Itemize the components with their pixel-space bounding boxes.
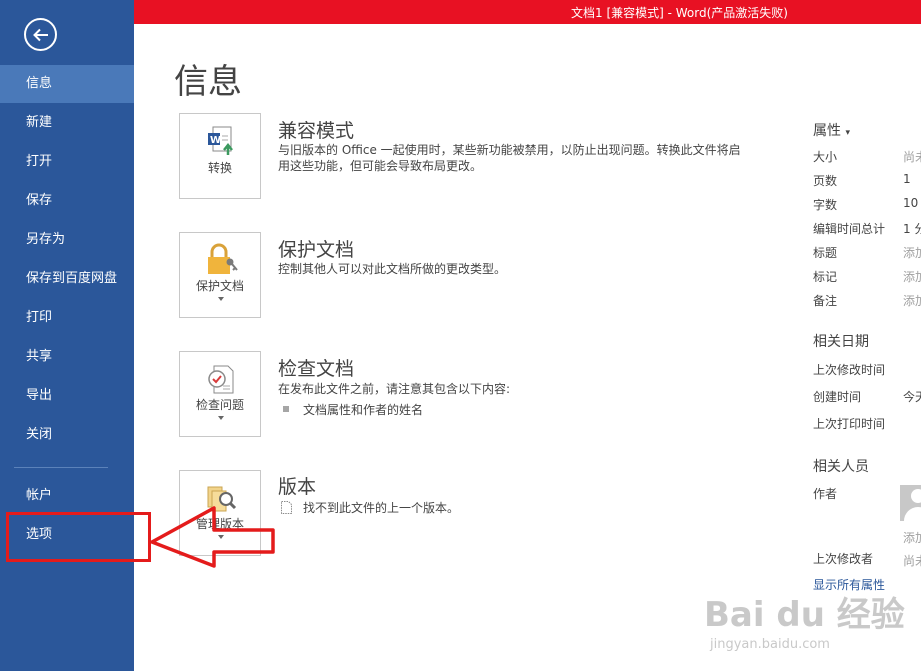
nav-divider [14,467,108,468]
nav-item-new[interactable]: 新建 [0,104,134,142]
prop-comments-value[interactable]: 添加 [903,292,921,309]
prop-pages-value: 1 [903,172,911,186]
protect-document-label: 保护文档 [195,279,244,293]
properties-heading[interactable]: 属性 ▾ [813,120,850,140]
prop-comments-label: 备注 [813,294,838,308]
created-label: 创建时间 [813,390,862,404]
compat-mode-description: 与旧版本的 Office 一起使用时，某些新功能被禁用，以防止出现问题。转换此文… [278,143,741,173]
convert-tile[interactable]: W 转换 [179,113,261,199]
author-label: 作者 [813,487,838,501]
created-value: 今天 [903,390,921,404]
prop-words-value: 10 [903,196,919,210]
convert-label: 转换 [207,161,232,175]
add-author-link[interactable]: 添加 [903,529,921,546]
back-button[interactable] [24,18,57,51]
prop-tags-value[interactable]: 添加 [903,268,921,285]
check-issues-label: 检查问题 [195,398,244,412]
nav-item-account[interactable]: 帐户 [0,477,134,515]
backstage-sidebar: 信息 新建 打开 保存 另存为 保存到百度网盘 打印 共享 导出 关闭 帐户 选… [0,0,134,671]
prop-pages-label: 页数 [813,174,838,188]
word-convert-icon: W [208,126,233,155]
svg-text:W: W [210,135,221,146]
related-dates-heading: 相关日期 [813,334,869,350]
prop-title-label: 标题 [813,246,838,260]
nav-item-info[interactable]: 信息 [0,65,134,103]
bullet-icon [283,406,289,412]
versions-title: 版本 [278,476,317,498]
compat-mode-title: 兼容模式 [278,120,355,142]
options-highlight-box [6,512,151,562]
versions-description: 找不到此文件的上一个版本。 [303,501,460,515]
red-arrow-annotation [150,506,275,568]
protect-document-title: 保护文档 [278,239,355,261]
lock-key-icon [208,243,238,274]
window-title: 文档1 [兼容模式] - Word(产品激活失败) [571,6,788,20]
prop-size-label: 大小 [813,150,838,164]
check-issues-tile[interactable]: 检查问题 [179,351,261,437]
last-modified-by-label: 上次修改者 [813,552,874,566]
protect-document-tile[interactable]: 保护文档 [179,232,261,318]
prop-words-label: 字数 [813,198,838,212]
nav-item-print[interactable]: 打印 [0,299,134,337]
prop-edit-time-value: 1 分 [903,222,921,236]
page-title: 信息 [174,62,242,102]
inspect-document-description: 在发布此文件之前，请注意其包含以下内容: [278,382,511,396]
protect-document-description: 控制其他人可以对此文档所做的更改类型。 [278,262,507,276]
nav-item-save[interactable]: 保存 [0,182,134,220]
baidu-jingyan-watermark: Bai du 经验 jingyan.baidu.com [700,585,910,665]
last-modified-by-value: 尚未 [903,554,921,568]
prop-edit-time-label: 编辑时间总计 [813,222,886,236]
user-icon [904,489,921,521]
nav-item-save-as[interactable]: 另存为 [0,221,134,259]
chevron-down-icon [218,416,224,420]
last-modified-label: 上次修改时间 [813,363,886,377]
nav-item-open[interactable]: 打开 [0,143,134,181]
inspect-document-icon [208,365,234,394]
related-people-heading: 相关人员 [813,459,869,475]
back-arrow-icon [33,28,48,42]
document-icon [281,501,292,514]
title-bar: 文档1 [兼容模式] - Word(产品激活失败) [134,0,921,24]
chevron-down-icon: ▾ [845,128,850,138]
inspect-document-title: 检查文档 [278,358,355,380]
inspect-bullet-text: 文档属性和作者的姓名 [303,403,424,417]
nav-item-close[interactable]: 关闭 [0,416,134,454]
prop-title-value[interactable]: 添加 [903,244,921,261]
nav-item-share[interactable]: 共享 [0,338,134,376]
watermark-url: jingyan.baidu.com [710,637,830,652]
nav-item-save-baidu[interactable]: 保存到百度网盘 [0,260,134,298]
prop-tags-label: 标记 [813,270,838,284]
last-printed-label: 上次打印时间 [813,417,886,431]
nav-item-export[interactable]: 导出 [0,377,134,415]
avatar [900,485,921,521]
chevron-down-icon [218,297,224,301]
watermark-logo: Bai du 经验 [704,595,905,635]
properties-heading-label: 属性 [813,123,841,139]
prop-size-value: 尚未 [903,150,921,164]
